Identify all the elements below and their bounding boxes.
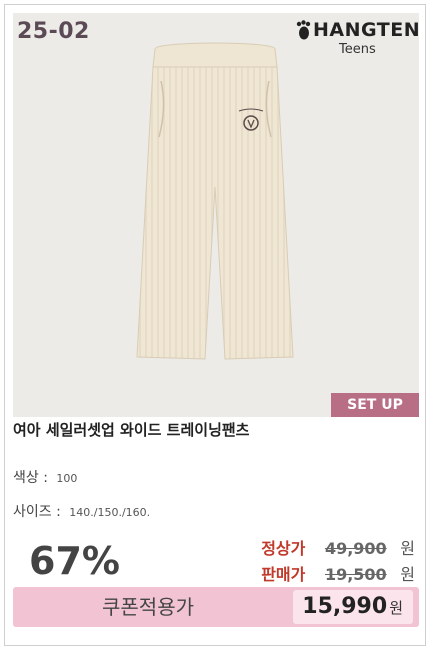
- size-value: 140./150./160.: [69, 506, 151, 519]
- coupon-price-unit: 원: [389, 599, 403, 617]
- setup-badge: SET UP: [331, 393, 419, 417]
- color-option: 색상 : 100: [13, 467, 77, 487]
- regular-price-unit: 원: [400, 539, 415, 558]
- color-value: 100: [56, 472, 78, 485]
- brand-name: HANGTEN: [313, 19, 421, 41]
- pants-illustration: [136, 42, 294, 360]
- coupon-label: 쿠폰적용가: [102, 595, 194, 619]
- regular-price-label: 정상가: [261, 539, 306, 558]
- size-option: 사이즈 : 140./150./160.: [13, 501, 150, 521]
- coupon-price: 15,990: [302, 594, 388, 619]
- discount-rate: 67%: [29, 539, 120, 583]
- color-label: 색상 :: [13, 470, 48, 486]
- sale-price-label: 판매가: [261, 565, 306, 584]
- coupon-price-bar[interactable]: 쿠폰적용가 15,990 원: [13, 587, 419, 627]
- coupon-price-box: 15,990 원: [293, 590, 413, 624]
- sale-price-line: 판매가 19,500 원: [261, 561, 415, 585]
- product-title[interactable]: 여아 세일러셋업 와이드 트레이닝팬츠: [13, 419, 249, 440]
- product-card[interactable]: 25-02 HANGTEN Teens SET UP 여아 세일러셋업 와이드 …: [4, 4, 426, 646]
- sale-price-unit: 원: [400, 565, 415, 584]
- size-label: 사이즈 :: [13, 504, 61, 520]
- product-image[interactable]: 25-02 HANGTEN Teens SET UP: [13, 13, 421, 417]
- regular-price-line: 정상가 49,900 원: [261, 535, 415, 559]
- brand-sub: Teens: [339, 42, 376, 57]
- regular-price-value: 49,900: [324, 539, 387, 558]
- sale-price-value: 19,500: [324, 565, 387, 584]
- product-code: 25-02: [17, 19, 90, 44]
